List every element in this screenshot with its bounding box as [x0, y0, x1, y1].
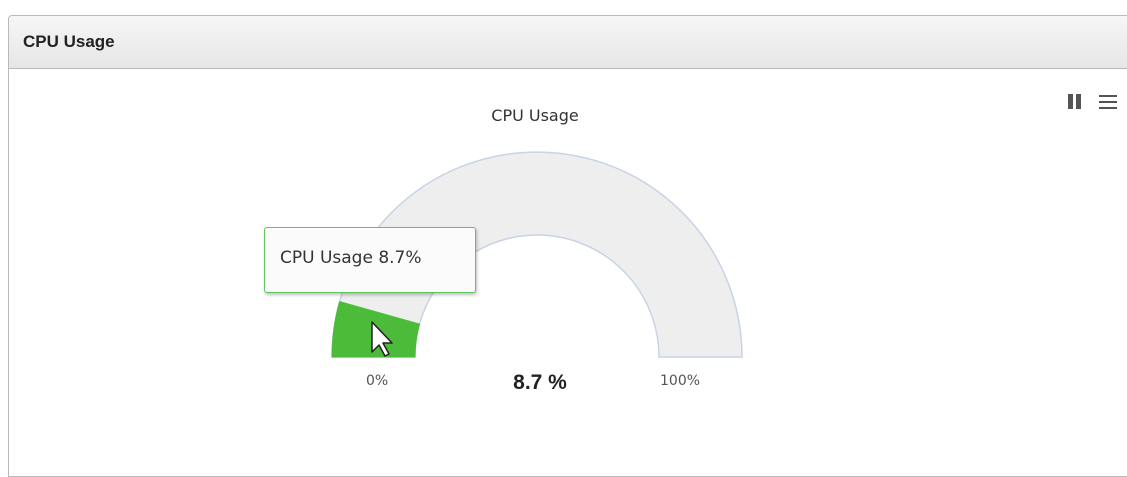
gauge-tooltip: CPU Usage 8.7%: [264, 227, 476, 293]
gauge-value-label: 8.7 %: [513, 371, 567, 394]
gauge-max-label: 100%: [660, 373, 701, 389]
tooltip-text: CPU Usage 8.7%: [280, 248, 422, 268]
gauge-min-label: 0%: [366, 373, 389, 389]
